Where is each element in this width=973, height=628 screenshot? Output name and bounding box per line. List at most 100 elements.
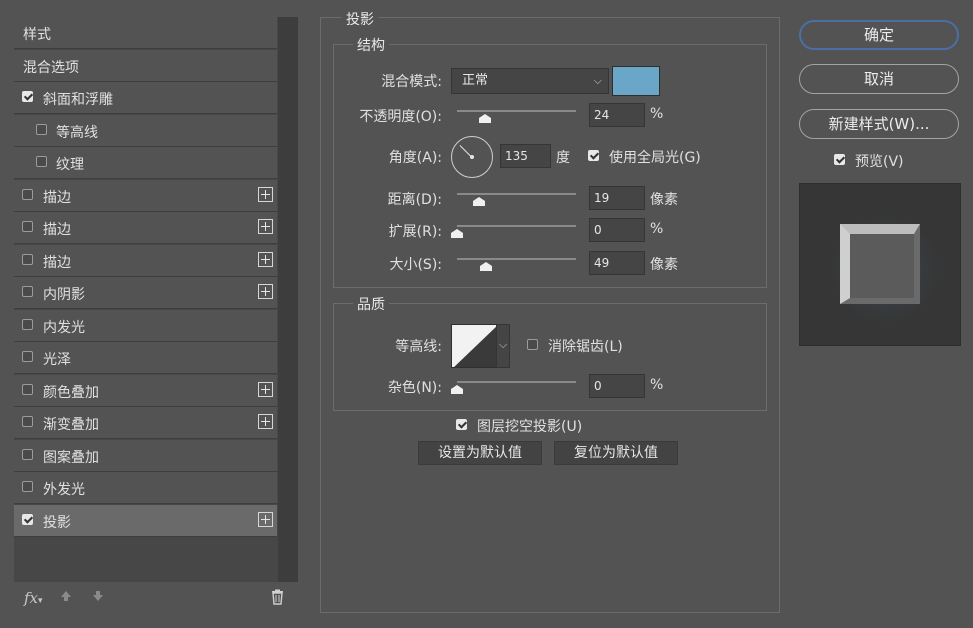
blend-mode-label: 混合模式: [381, 74, 442, 90]
style-item-label: 内发光 [43, 320, 85, 336]
distance-input[interactable]: 19 [589, 186, 645, 210]
contour-dropdown-arrow[interactable]: ⌵ [496, 324, 510, 368]
contour-curve-icon [452, 325, 496, 367]
style-list-item[interactable]: 渐变叠加 [14, 407, 277, 439]
spread-unit: % [650, 221, 664, 237]
style-list-item[interactable]: 等高线 [14, 115, 277, 147]
style-checkbox[interactable] [22, 384, 33, 395]
cancel-button[interactable]: 取消 [799, 64, 959, 94]
noise-unit: % [650, 377, 664, 393]
style-checkbox[interactable] [22, 351, 33, 362]
style-item-label: 外发光 [43, 482, 85, 498]
opacity-slider-track[interactable] [457, 110, 576, 112]
style-checkbox[interactable] [22, 221, 33, 232]
knockout-label: 图层挖空投影(U) [477, 419, 583, 435]
preview-bevel-square [840, 224, 920, 304]
opacity-input[interactable]: 24 [589, 103, 645, 127]
style-checkbox[interactable] [22, 449, 33, 460]
style-list-item[interactable]: 斜面和浮雕 [14, 82, 277, 114]
style-list-item[interactable]: 光泽 [14, 342, 277, 374]
add-effect-plus-icon[interactable] [258, 382, 273, 397]
style-list-item[interactable]: 内阴影 [14, 277, 277, 309]
style-checkbox[interactable] [36, 156, 47, 167]
add-effect-plus-icon[interactable] [258, 414, 273, 429]
knockout-checkbox[interactable] [456, 419, 467, 430]
size-input[interactable]: 49 [589, 251, 645, 275]
spread-label: 扩展(R): [388, 224, 442, 240]
style-checkbox[interactable] [22, 254, 33, 265]
style-item-label: 内阴影 [43, 287, 85, 303]
style-item-label: 描边 [43, 255, 71, 271]
style-list-item[interactable]: 描边 [14, 180, 277, 212]
angle-input[interactable]: 135 [500, 144, 551, 168]
distance-slider-track[interactable] [457, 193, 576, 195]
style-item-label: 渐变叠加 [43, 417, 99, 433]
spread-slider-track[interactable] [457, 225, 576, 227]
style-item-label: 混合选项 [23, 60, 79, 76]
style-list-item[interactable]: 外发光 [14, 472, 277, 504]
style-list-item[interactable]: 图案叠加 [14, 440, 277, 472]
spread-input[interactable]: 0 [589, 218, 645, 242]
style-checkbox[interactable] [22, 91, 33, 102]
fx-label: fx [24, 589, 39, 607]
add-effect-plus-icon[interactable] [258, 512, 273, 527]
new-style-button[interactable]: 新建样式(W)... [799, 109, 959, 139]
style-checkbox[interactable] [22, 514, 33, 525]
style-list-footer: fx▾ [14, 586, 298, 614]
style-checkbox[interactable] [36, 124, 47, 135]
style-list-item[interactable]: 投影 [14, 505, 277, 537]
structure-title: 结构 [353, 35, 389, 55]
antialias-label: 消除锯齿(L) [548, 339, 623, 355]
arrow-up-icon[interactable] [59, 589, 73, 607]
style-list-item[interactable]: 颜色叠加 [14, 375, 277, 407]
style-checkbox[interactable] [22, 416, 33, 427]
antialias-checkbox[interactable] [527, 339, 538, 350]
global-light-checkbox[interactable] [588, 150, 599, 161]
contour-picker[interactable] [451, 324, 497, 368]
preview-thumbnail [799, 183, 961, 346]
distance-label: 距离(D): [387, 192, 442, 208]
style-item-label: 样式 [23, 27, 51, 43]
noise-label: 杂色(N): [387, 380, 442, 396]
make-default-button[interactable]: 设置为默认值 [418, 441, 542, 465]
add-effect-plus-icon[interactable] [258, 252, 273, 267]
style-list-item[interactable]: 内发光 [14, 310, 277, 342]
style-list-item[interactable]: 混合选项 [14, 50, 277, 82]
ok-button[interactable]: 确定 [799, 20, 959, 50]
fx-button[interactable]: fx▾ [24, 589, 43, 607]
size-slider-track[interactable] [457, 258, 576, 260]
noise-slider-track[interactable] [457, 381, 576, 383]
style-item-label: 图案叠加 [43, 450, 99, 466]
preview-label: 预览(V) [855, 154, 904, 170]
style-checkbox[interactable] [22, 481, 33, 492]
arrow-down-icon[interactable] [91, 589, 105, 607]
style-item-label: 描边 [43, 190, 71, 206]
size-label: 大小(S): [389, 257, 442, 273]
style-item-label: 描边 [43, 222, 71, 238]
style-list-item[interactable]: 样式 [14, 17, 277, 49]
add-effect-plus-icon[interactable] [258, 219, 273, 234]
preview-checkbox[interactable] [834, 154, 845, 165]
style-list-item[interactable]: 描边 [14, 212, 277, 244]
style-list-scrollbar[interactable] [278, 17, 298, 582]
size-unit: 像素 [650, 257, 678, 273]
distance-unit: 像素 [650, 192, 678, 208]
trash-icon[interactable] [270, 589, 285, 609]
style-checkbox[interactable] [22, 319, 33, 330]
quality-title: 品质 [353, 294, 389, 314]
style-item-label: 光泽 [43, 352, 71, 368]
noise-input[interactable]: 0 [589, 374, 645, 398]
add-effect-plus-icon[interactable] [258, 187, 273, 202]
style-list-item[interactable]: 纹理 [14, 147, 277, 179]
global-light-label: 使用全局光(G) [609, 150, 701, 166]
angle-dial[interactable] [451, 136, 493, 178]
contour-label: 等高线: [395, 339, 442, 355]
blend-mode-dropdown[interactable]: 正常 ⌵ [451, 68, 609, 94]
reset-default-button[interactable]: 复位为默认值 [554, 441, 678, 465]
shadow-color-swatch[interactable] [612, 66, 660, 96]
add-effect-plus-icon[interactable] [258, 284, 273, 299]
style-checkbox[interactable] [22, 286, 33, 297]
style-list-item[interactable]: 描边 [14, 245, 277, 277]
style-item-label: 斜面和浮雕 [43, 92, 113, 108]
style-checkbox[interactable] [22, 189, 33, 200]
